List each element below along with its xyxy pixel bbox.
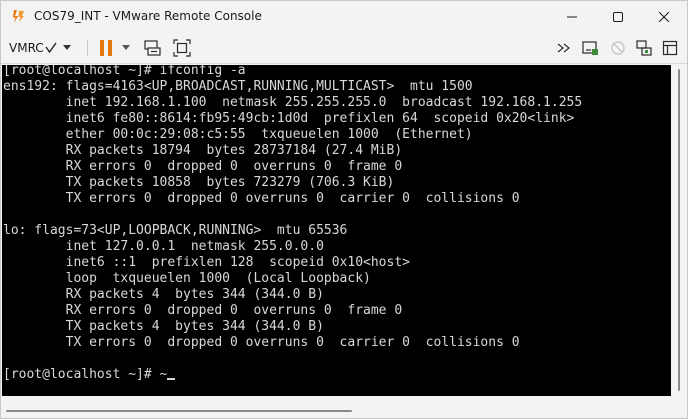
- send-ctrl-alt-del-button[interactable]: [141, 37, 163, 59]
- console-line: inet 127.0.0.1 netmask 255.0.0.0: [3, 239, 324, 254]
- more-button[interactable]: [554, 37, 574, 59]
- vmrc-menu-button[interactable]: VMRC: [9, 38, 71, 58]
- console-line: inet6 fe80::8614:fb95:49cb:1d0d prefixle…: [3, 111, 575, 126]
- console-output: [root@localhost ~]# ifconfig -a ens192: …: [3, 65, 582, 383]
- vertical-scrollbar[interactable]: [671, 65, 687, 396]
- console-line: lo: flags=73<UP,LOOPBACK,RUNNING> mtu 65…: [3, 223, 348, 238]
- console-line: RX packets 18794 bytes 28737184 (27.4 Mi…: [3, 143, 403, 158]
- console-line: TX errors 0 dropped 0 overruns 0 carrier…: [3, 191, 520, 206]
- removable-devices-icon: [582, 41, 598, 55]
- dropdown-caret-icon: [122, 45, 130, 50]
- console-line: inet6 ::1 prefixlen 128 scopeid 0x10<hos…: [3, 255, 410, 270]
- maximize-button[interactable]: [595, 1, 641, 32]
- console-line: ens192: flags=4163<UP,BROADCAST,RUNNING,…: [3, 79, 473, 94]
- connect-device-button: [607, 37, 629, 59]
- library-button[interactable]: [659, 37, 681, 59]
- more-icon: [557, 43, 570, 53]
- removable-devices-button[interactable]: [579, 37, 601, 59]
- window-title: COS79_INT - VMware Remote Console: [34, 9, 262, 23]
- title-bar[interactable]: COS79_INT - VMware Remote Console: [1, 1, 687, 32]
- network-settings-icon: [636, 40, 652, 56]
- console-line: TX packets 10858 bytes 723279 (706.3 KiB…: [3, 175, 395, 190]
- pause-icon: [100, 40, 112, 56]
- console-line: inet 192.168.1.100 netmask 255.255.255.0…: [3, 95, 583, 110]
- toolbar: VMRC: [1, 32, 687, 64]
- toolbar-divider: [87, 40, 88, 56]
- console-prompt-line: [root@localhost ~]# ~: [3, 367, 168, 382]
- scrollbar-corner: [671, 396, 687, 418]
- text-cursor: [167, 378, 176, 380]
- fit-window-button[interactable]: [171, 37, 193, 59]
- send-ctrl-alt-del-icon: [144, 40, 161, 56]
- power-dropdown-button[interactable]: [119, 37, 133, 59]
- vertical-scroll-thumb[interactable]: [678, 69, 680, 391]
- close-icon: [659, 11, 669, 22]
- console-line: TX errors 0 dropped 0 overruns 0 carrier…: [3, 335, 520, 350]
- close-button[interactable]: [641, 1, 687, 32]
- network-settings-button[interactable]: [633, 37, 655, 59]
- console-line: RX packets 4 bytes 344 (344.0 B): [3, 287, 324, 302]
- vmrc-window: COS79_INT - VMware Remote Console VMRC […: [0, 0, 688, 419]
- horizontal-scrollbar[interactable]: [2, 396, 671, 418]
- console-line: loop txqueuelen 1000 (Local Loopback): [3, 271, 371, 286]
- vmware-remote-console-icon: [10, 8, 26, 24]
- console-line: RX errors 0 dropped 0 overruns 0 frame 0: [3, 159, 403, 174]
- chevron-down-icon: [62, 45, 71, 50]
- console-line: TX packets 4 bytes 344 (344.0 B): [3, 319, 324, 334]
- vmrc-check-icon: [45, 42, 57, 54]
- console-line: RX errors 0 dropped 0 overruns 0 frame 0: [3, 303, 403, 318]
- fit-window-icon: [173, 39, 191, 57]
- library-icon: [662, 40, 678, 56]
- maximize-icon: [613, 11, 623, 22]
- pause-button[interactable]: [95, 37, 117, 59]
- vm-console[interactable]: [root@localhost ~]# ifconfig -a ens192: …: [2, 65, 671, 396]
- console-line: ether 00:0c:29:08:c5:55 txqueuelen 1000 …: [3, 127, 473, 142]
- horizontal-scroll-thumb[interactable]: [6, 410, 352, 412]
- vmrc-menu-label: VMRC: [9, 41, 44, 55]
- console-line: [root@localhost ~]# ifconfig -a: [3, 65, 246, 78]
- minimize-icon: [567, 16, 577, 17]
- disabled-connect-icon: [611, 41, 625, 55]
- minimize-button[interactable]: [549, 1, 595, 32]
